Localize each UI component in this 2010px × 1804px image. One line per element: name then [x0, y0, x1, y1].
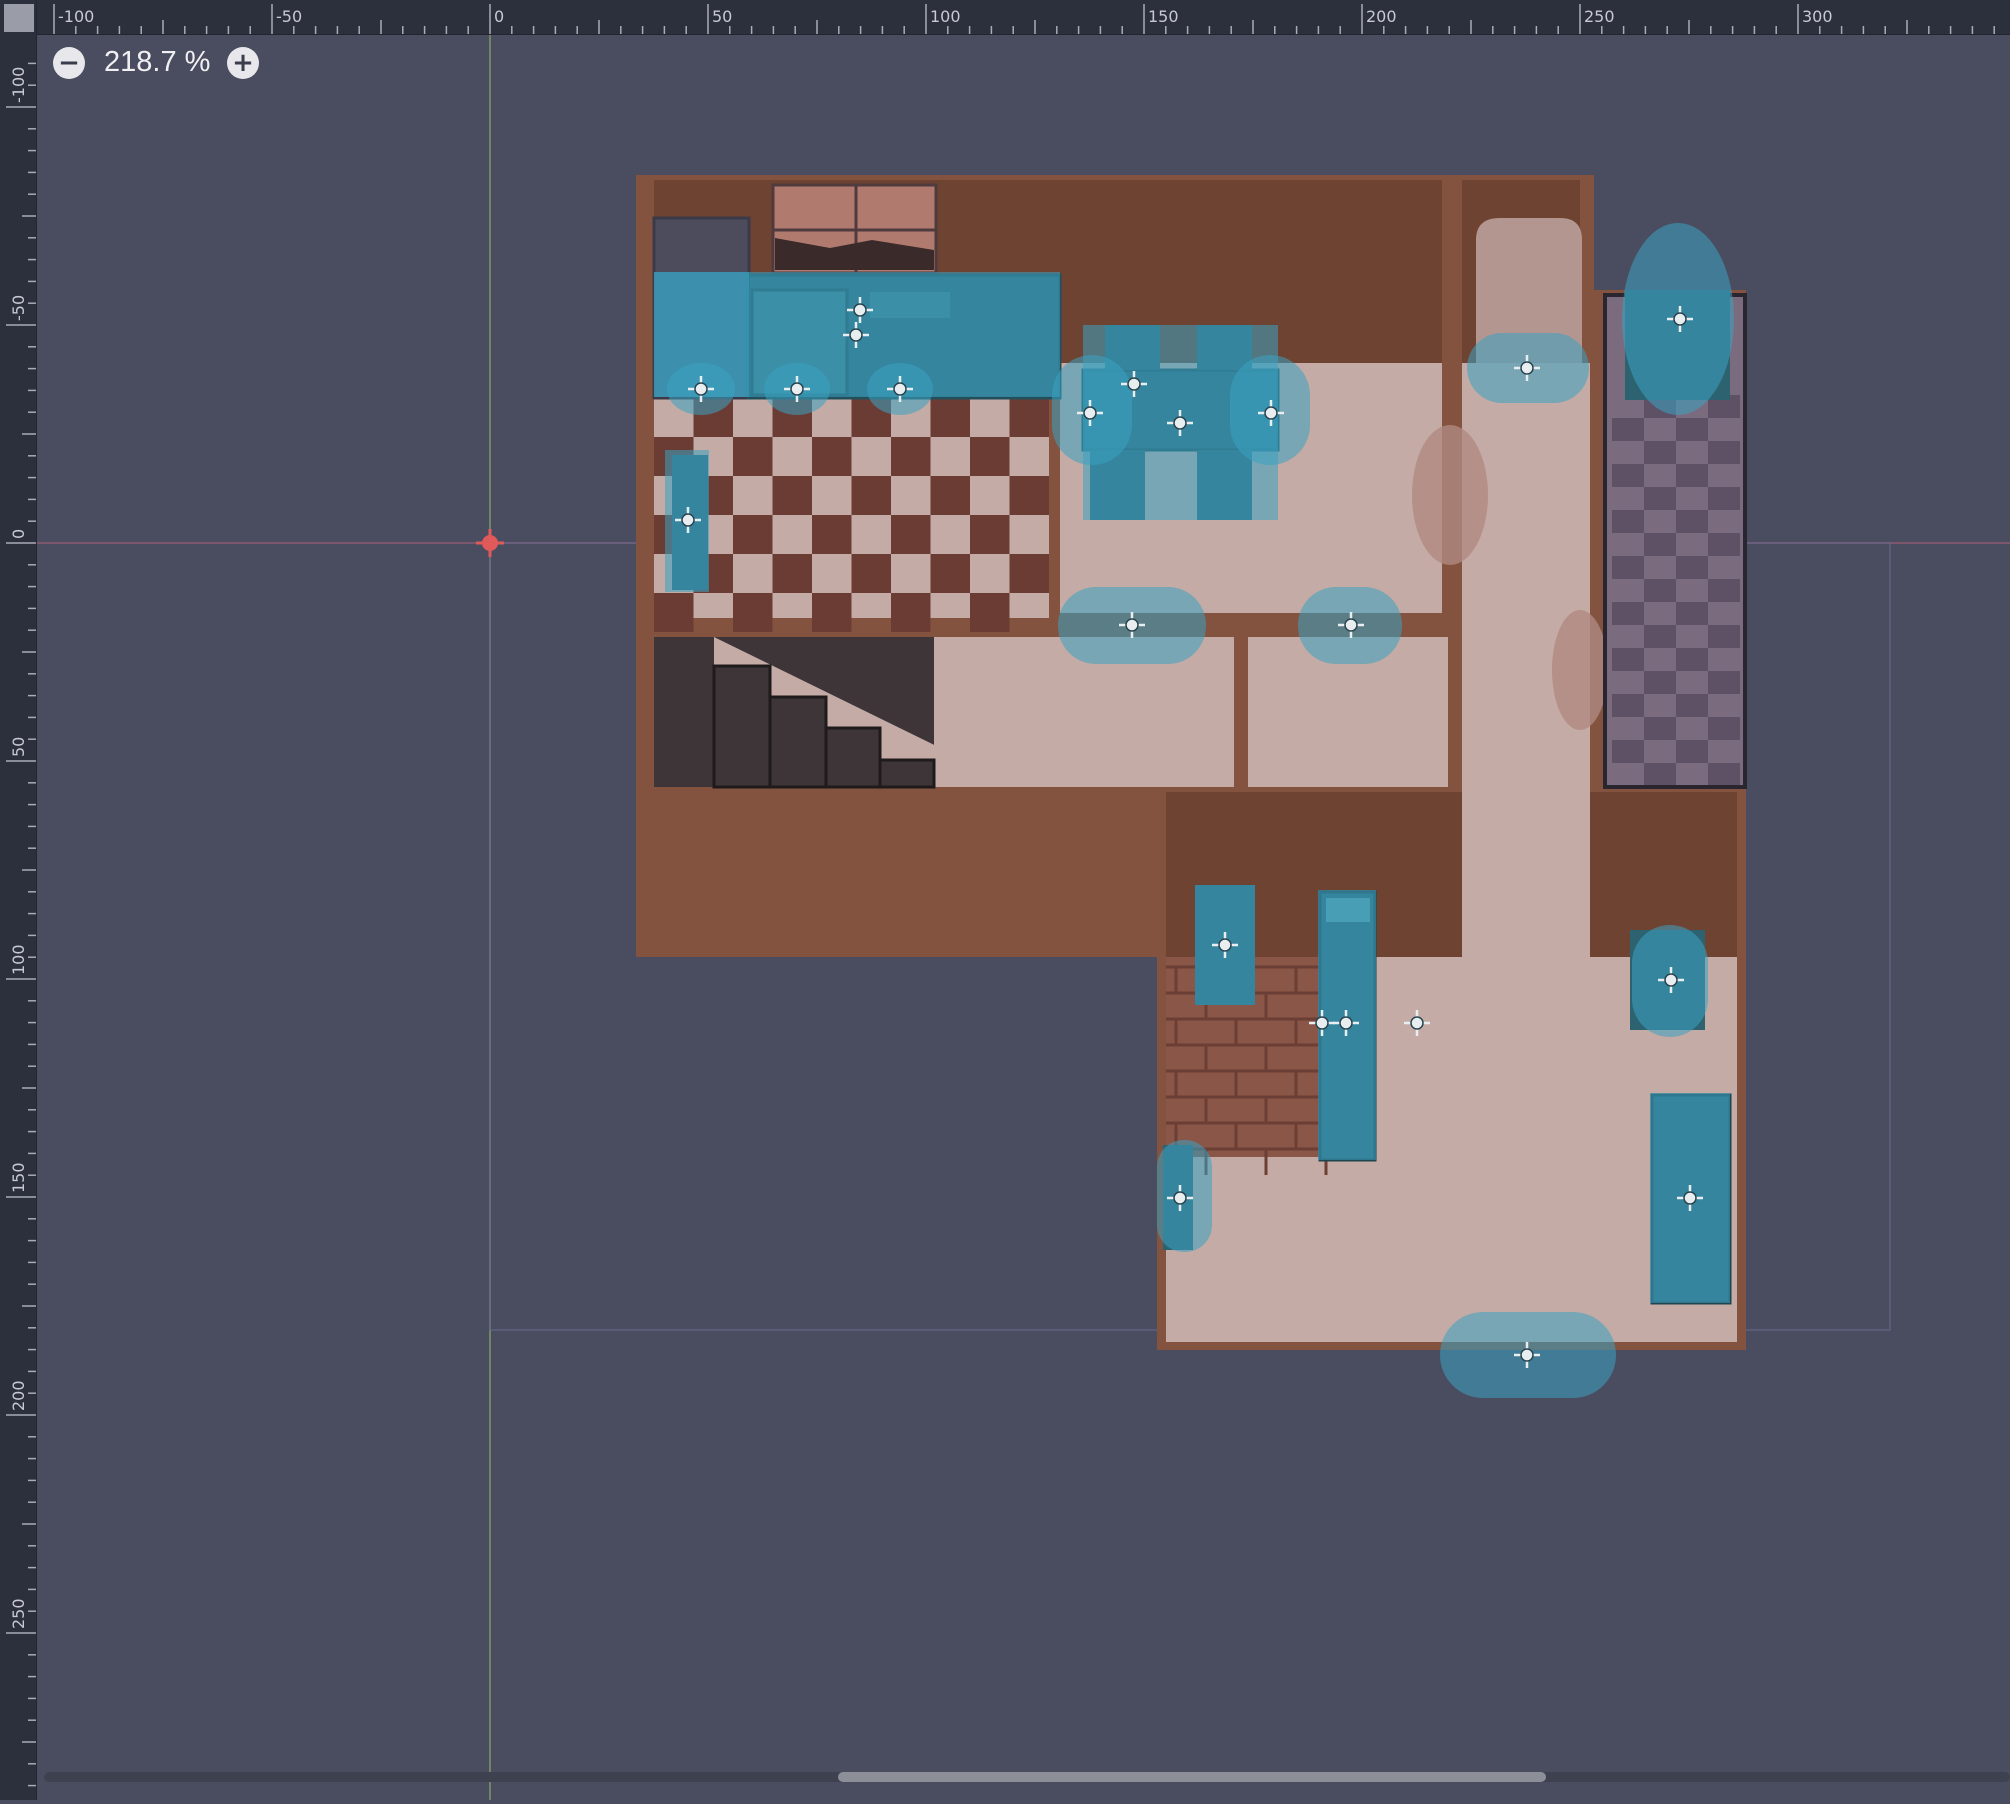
- horizontal-ruler: -100 -50 0 50 100 150 200 250 300: [0, 0, 2010, 35]
- ruler-label: -50: [9, 295, 28, 321]
- ruler-label: 50: [9, 737, 28, 757]
- stair-step-2: [768, 695, 828, 789]
- bath-tile: [1644, 625, 1676, 648]
- bath-tile: [1612, 740, 1644, 763]
- checker-tile: [733, 593, 773, 632]
- origin-marker-icon[interactable]: [476, 529, 504, 557]
- ruler-label: -100: [9, 67, 28, 103]
- bath-tile: [1612, 602, 1644, 625]
- ruler-label: -50: [276, 7, 302, 26]
- checker-tile: [1009, 554, 1049, 593]
- checker-tile: [733, 515, 773, 554]
- plus-circle-icon: +: [232, 48, 254, 78]
- bath-tile: [1612, 510, 1644, 533]
- bath-tile: [1612, 556, 1644, 579]
- bath-tile: [1708, 763, 1740, 786]
- canvas-viewport[interactable]: [37, 35, 2010, 1800]
- checker-tile: [930, 554, 970, 593]
- bath-tile: [1644, 533, 1676, 556]
- ruler-label: 150: [1148, 7, 1179, 26]
- bath-tile: [1708, 579, 1740, 602]
- ruler-label: 100: [930, 7, 961, 26]
- checker-tile: [930, 476, 970, 515]
- zoom-out-button[interactable]: −: [53, 47, 85, 79]
- checker-tile: [891, 437, 931, 476]
- bath-tile: [1612, 418, 1644, 441]
- checker-tile: [772, 476, 812, 515]
- bath-tile: [1676, 510, 1708, 533]
- ruler-label: 0: [494, 7, 504, 26]
- stair-step-1: [712, 664, 772, 789]
- scene-canvas[interactable]: [37, 35, 2010, 1800]
- bath-tile: [1644, 441, 1676, 464]
- bath-tile: [1612, 694, 1644, 717]
- checker-tile: [851, 476, 891, 515]
- bath-tile: [1676, 602, 1708, 625]
- checker-tile: [1009, 398, 1049, 437]
- bath-tile: [1676, 556, 1708, 579]
- ruler-label: 200: [1366, 7, 1397, 26]
- bath-tile: [1676, 418, 1708, 441]
- bath-tile: [1708, 671, 1740, 694]
- checker-tile: [654, 593, 694, 632]
- checker-tile: [733, 437, 773, 476]
- ruler-label: -100: [58, 7, 94, 26]
- checker-tile: [891, 515, 931, 554]
- checker-tile: [812, 515, 852, 554]
- checker-tile: [930, 398, 970, 437]
- checker-tile: [970, 437, 1010, 476]
- bath-tile: [1612, 648, 1644, 671]
- vertical-ruler: -100 -50 0 50 100 150 200 250: [0, 0, 37, 1800]
- checker-tile: [812, 437, 852, 476]
- bath-tile: [1676, 694, 1708, 717]
- bath-tile: [1644, 717, 1676, 740]
- horizontal-scrollbar-thumb[interactable]: [838, 1772, 1546, 1782]
- bath-tile: [1644, 487, 1676, 510]
- checker-tile: [812, 593, 852, 632]
- ruler-label: 100: [9, 944, 28, 975]
- bath-tile: [1612, 464, 1644, 487]
- ruler-label: 200: [9, 1380, 28, 1411]
- zoom-in-button[interactable]: +: [227, 47, 259, 79]
- minus-circle-icon: −: [58, 48, 80, 78]
- checker-tile: [891, 593, 931, 632]
- bath-tile: [1708, 717, 1740, 740]
- bath-tile: [1676, 740, 1708, 763]
- bath-tile: [1708, 441, 1740, 464]
- door-shadow-1: [1412, 425, 1488, 565]
- stair-step-4: [878, 758, 936, 789]
- bath-tile: [1708, 533, 1740, 556]
- checker-tile: [851, 554, 891, 593]
- bath-tile: [1708, 487, 1740, 510]
- bath-tile: [1708, 625, 1740, 648]
- ruler-label: 150: [9, 1162, 28, 1193]
- zoom-level-label[interactable]: 218.7 %: [104, 46, 210, 79]
- ruler-corner: [4, 4, 34, 32]
- door-shadow-2: [1552, 610, 1608, 730]
- checker-tile: [772, 554, 812, 593]
- bath-tile: [1676, 464, 1708, 487]
- horizontal-ruler-ticks: -100 -50 0 50 100 150 200 250 300: [53, 4, 1995, 34]
- ruler-label: 250: [9, 1598, 28, 1629]
- horizontal-scrollbar[interactable]: [44, 1772, 2010, 1782]
- ruler-label: 300: [1802, 7, 1833, 26]
- bath-tile: [1676, 648, 1708, 671]
- checker-tile: [970, 593, 1010, 632]
- ruler-label: 0: [9, 529, 28, 539]
- stair-step-3: [824, 726, 882, 789]
- bath-tile: [1644, 579, 1676, 602]
- checker-tile: [970, 515, 1010, 554]
- bath-tile: [1644, 671, 1676, 694]
- vertical-ruler-ticks: -100 -50 0 50 100 150 200 250: [6, 62, 36, 1787]
- bath-tile: [1644, 763, 1676, 786]
- checker-tile: [1009, 476, 1049, 515]
- ruler-label: 50: [712, 7, 732, 26]
- ruler-label: 250: [1584, 7, 1615, 26]
